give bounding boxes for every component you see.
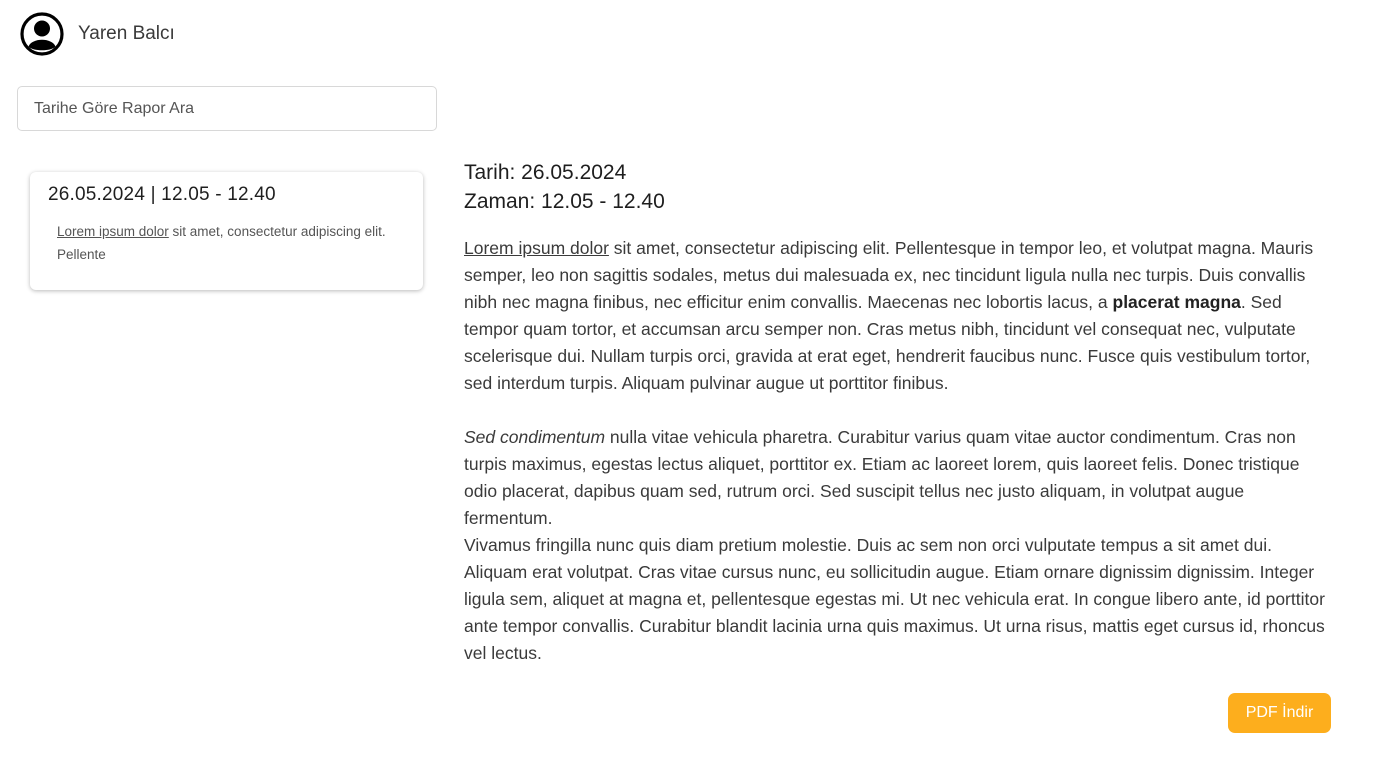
user-name: Yaren Balcı [78,23,175,44]
report-time: Zaman: 12.05 - 12.40 [464,190,665,213]
date-search-input[interactable] [34,99,420,118]
search-box [17,86,437,131]
report-italic-text: Sed condimentum [464,427,606,447]
report-card-snippet-link: Lorem ipsum dolor [57,224,169,239]
report-card-snippet: Lorem ipsum dolor sit amet, consectetur … [57,220,405,266]
pdf-download-button[interactable]: PDF İndir [1228,693,1331,733]
report-paragraph-2: Sed condimentum nulla vitae vehicula pha… [464,424,1336,532]
report-page: Yaren Balcı 26.05.2024 | 12.05 - 12.40 L… [0,0,1376,761]
report-date: Tarih: 26.05.2024 [464,161,627,184]
report-body: Lorem ipsum dolor sit amet, consectetur … [464,235,1336,667]
report-card-title: 26.05.2024 | 12.05 - 12.40 [48,184,276,205]
report-paragraph-1: Lorem ipsum dolor sit amet, consectetur … [464,235,1336,397]
report-bold-text: placerat magna [1112,292,1241,312]
report-link-lorem: Lorem ipsum dolor [464,238,609,258]
report-detail: Tarih: 26.05.2024 Zaman: 12.05 - 12.40 L… [464,158,1336,667]
report-paragraph-3: Vivamus fringilla nunc quis diam pretium… [464,535,1325,663]
report-card[interactable]: 26.05.2024 | 12.05 - 12.40 Lorem ipsum d… [30,172,423,290]
user-header: Yaren Balcı [20,12,175,56]
user-avatar-icon[interactable] [20,12,64,56]
